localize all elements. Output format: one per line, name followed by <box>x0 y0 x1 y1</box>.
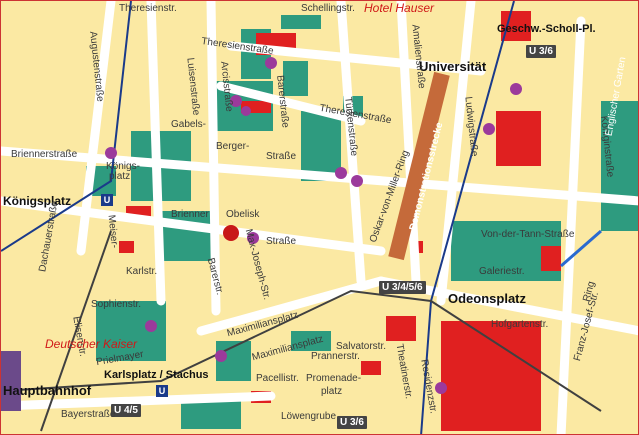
street-bayerstrasse: Bayerstraße <box>61 409 116 420</box>
street-gabelsberger-2: Berger- <box>216 141 250 152</box>
street-briennerstrasse: Briennerstraße <box>11 149 78 160</box>
district-universitaet: Universität <box>419 59 487 74</box>
street-galeriestr: Galeriestr. <box>479 266 525 277</box>
station-u-hbf[interactable]: U 4/5 <box>111 404 141 417</box>
street-hofgartenstr: Hofgartenstr. <box>491 319 549 330</box>
station-u-uni[interactable]: U 3/6 <box>526 45 556 58</box>
street-brienner-2: Brienner <box>171 209 209 220</box>
station-geschw-scholl: Geschw.-Scholl-Pl. <box>497 23 596 35</box>
street-karlstr: Karlstr. <box>126 266 158 277</box>
street-obelisk: Obelisk <box>226 209 260 220</box>
obelisk-marker <box>223 225 239 241</box>
u-koenigsplatz[interactable]: U <box>101 194 113 206</box>
city-map[interactable]: Theresienstr. Schellingstr. Hotel Hauser… <box>0 0 639 435</box>
street-brienner-3: Straße <box>266 236 297 247</box>
street-pacellistr: Pacellistr. <box>256 373 299 384</box>
district-odeonsplatz: Odeonsplatz <box>448 291 527 306</box>
street-theresienstr-top: Theresienstr. <box>119 3 177 14</box>
district-hauptbahnhof: Hauptbahnhof <box>3 383 92 398</box>
label-hotel-hauser: Hotel Hauser <box>364 1 435 15</box>
station-u-bottom[interactable]: U 3/6 <box>337 416 367 429</box>
street-promenadeplatz-2: platz <box>321 386 343 397</box>
street-koenigs-2: platz <box>109 171 131 182</box>
street-gabelsberger-3: Straße <box>266 151 297 162</box>
street-prannerstr: Prannerstr. <box>311 351 360 362</box>
street-von-der-tann: Von-der-Tann-Straße <box>481 229 575 240</box>
street-sophienstr: Sophienstr. <box>91 299 142 310</box>
street-schellingstrasse: Schellingstr. <box>301 3 355 14</box>
u-karlsplatz[interactable]: U <box>156 385 168 397</box>
street-promenadeplatz: Promenade- <box>306 373 362 384</box>
street-loewengrube: Löwengrube <box>281 411 337 422</box>
station-u-odeon[interactable]: U 3/4/5/6 <box>379 281 426 294</box>
district-karlsplatz: Karlsplatz / Stachus <box>104 369 209 381</box>
label-deutscher-kaiser: Deutscher Kaiser <box>45 337 138 351</box>
street-gabelsberger-1: Gabels- <box>171 119 207 130</box>
district-koenigsplatz: Königsplatz <box>3 194 71 208</box>
hauptbahnhof-block <box>1 351 21 411</box>
